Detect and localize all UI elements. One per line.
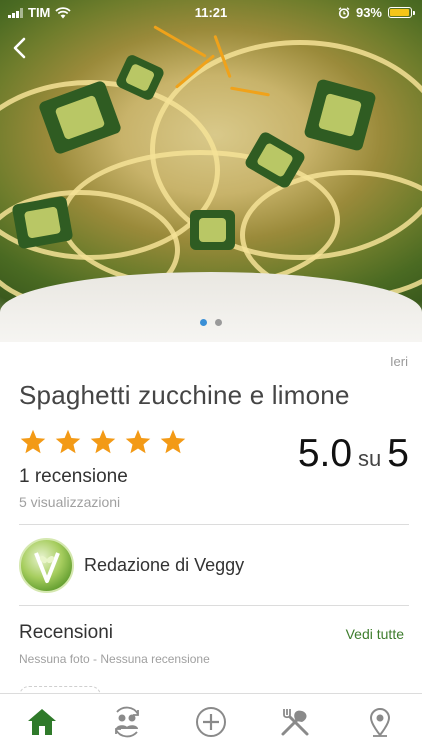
star-icon (90, 429, 116, 454)
star-icon (125, 429, 151, 454)
battery-icon (388, 7, 415, 18)
star-icon (160, 429, 186, 454)
reviews-empty-note: Nessuna foto - Nessuna recensione (19, 652, 210, 666)
tab-bar (0, 693, 422, 750)
reviews-heading: Recensioni (19, 622, 113, 643)
rating-score: 5.0 su 5 (298, 432, 409, 476)
star-icon (20, 429, 46, 454)
carousel-dot-1[interactable] (200, 319, 207, 326)
recipe-title: Spaghetti zucchine e limone (19, 380, 350, 410)
carousel-dot-2[interactable] (215, 319, 222, 326)
tab-home[interactable] (20, 700, 64, 744)
back-chevron-icon[interactable] (10, 36, 30, 60)
star-rating (18, 428, 188, 456)
home-icon (28, 709, 57, 735)
divider (19, 524, 409, 525)
map-pin-icon (369, 708, 390, 737)
plus-circle-icon (195, 707, 226, 737)
tab-recipes[interactable] (273, 700, 317, 744)
recipe-photo[interactable] (0, 0, 422, 342)
author-avatar[interactable] (19, 538, 74, 593)
carousel-indicator[interactable] (0, 319, 422, 326)
score-connector: su (358, 446, 382, 471)
alarm-icon (338, 6, 350, 19)
tab-add[interactable] (189, 700, 233, 744)
author-name[interactable]: Redazione di Veggy (84, 555, 244, 576)
star-icon (55, 429, 81, 454)
users-sync-icon (114, 706, 139, 738)
tab-map[interactable] (358, 700, 402, 744)
divider (19, 605, 409, 606)
score-value: 5.0 (297, 432, 353, 475)
author-row[interactable]: Redazione di Veggy (19, 538, 244, 593)
view-count: 5 visualizzazioni (19, 494, 121, 510)
veggy-logo-icon (33, 551, 60, 583)
review-count[interactable]: 1 recensione (19, 466, 128, 488)
battery-percent: 93% (355, 5, 382, 20)
utensils-icon (281, 709, 309, 736)
see-all-reviews-link[interactable]: Vedi tutte (346, 626, 404, 642)
score-max: 5 (387, 432, 409, 475)
status-bar: TIM 11:21 93% (0, 0, 422, 24)
post-date: Ieri (389, 354, 408, 369)
tab-community[interactable] (105, 700, 149, 744)
